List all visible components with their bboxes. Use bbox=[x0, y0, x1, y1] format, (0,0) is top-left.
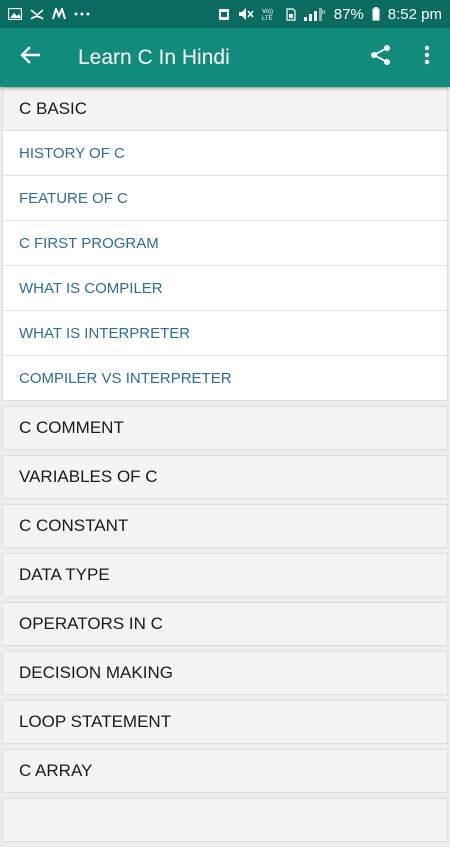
volte-icon: Vo)) LTE bbox=[262, 7, 278, 21]
list-item[interactable]: HISTORY OF C bbox=[3, 131, 447, 176]
list-item[interactable]: FEATURE OF C bbox=[3, 176, 447, 221]
back-button[interactable] bbox=[0, 28, 60, 87]
list-group: C COMMENT bbox=[2, 406, 448, 450]
topic-list: C BASIC HISTORY OF C FEATURE OF C C FIRS… bbox=[0, 87, 450, 847]
list-group: C CONSTANT bbox=[2, 504, 448, 548]
svg-text:Vo)): Vo)) bbox=[262, 9, 273, 15]
list-item[interactable]: COMPILER VS INTERPRETER bbox=[3, 356, 447, 400]
m-icon bbox=[52, 8, 66, 20]
page-title: Learn C In Hindi bbox=[78, 45, 230, 69]
list-item[interactable]: WHAT IS COMPILER bbox=[3, 266, 447, 311]
more-dots-icon bbox=[74, 11, 90, 17]
list-group: OPERATORS IN C bbox=[2, 602, 448, 646]
app-bar: Learn C In Hindi bbox=[0, 28, 450, 87]
status-bar-left bbox=[8, 8, 90, 20]
group-header[interactable]: LOOP STATEMENT bbox=[3, 701, 447, 743]
list-group-c-basic: C BASIC HISTORY OF C FEATURE OF C C FIRS… bbox=[2, 87, 448, 401]
overflow-menu-button[interactable] bbox=[404, 28, 450, 87]
list-item[interactable]: WHAT IS INTERPRETER bbox=[3, 311, 447, 356]
share-icon bbox=[370, 44, 392, 71]
list-group bbox=[2, 798, 448, 842]
gallery-icon bbox=[8, 8, 22, 20]
group-header[interactable]: C COMMENT bbox=[3, 407, 447, 449]
list-group: VARIABLES OF C bbox=[2, 455, 448, 499]
sim-icon bbox=[286, 7, 296, 21]
svg-text:LTE: LTE bbox=[262, 16, 273, 21]
battery-icon bbox=[372, 7, 380, 21]
status-bar: Vo)) LTE R 87% 8:52 pm bbox=[0, 0, 450, 28]
list-group: DECISION MAKING bbox=[2, 651, 448, 695]
list-group: DATA TYPE bbox=[2, 553, 448, 597]
group-header[interactable]: C BASIC bbox=[3, 88, 447, 131]
list-group: LOOP STATEMENT bbox=[2, 700, 448, 744]
mute-icon bbox=[238, 7, 254, 21]
share-button[interactable] bbox=[358, 28, 404, 87]
signal-icon: R bbox=[303, 7, 326, 21]
status-time: 8:52 pm bbox=[387, 5, 442, 23]
back-arrow-icon bbox=[20, 46, 41, 69]
missed-call-icon bbox=[30, 8, 44, 20]
alarm-icon bbox=[218, 7, 230, 21]
group-header[interactable] bbox=[3, 799, 447, 841]
group-header[interactable]: VARIABLES OF C bbox=[3, 456, 447, 498]
group-header[interactable]: C CONSTANT bbox=[3, 505, 447, 547]
battery-percent: 87% bbox=[333, 5, 364, 23]
overflow-menu-icon bbox=[424, 45, 430, 70]
svg-text:R: R bbox=[322, 10, 326, 16]
group-header[interactable]: DATA TYPE bbox=[3, 554, 447, 596]
group-header[interactable]: DECISION MAKING bbox=[3, 652, 447, 694]
status-bar-right: Vo)) LTE R 87% 8:52 pm bbox=[218, 6, 442, 23]
list-item[interactable]: C FIRST PROGRAM bbox=[3, 221, 447, 266]
list-group: C ARRAY bbox=[2, 749, 448, 793]
group-header[interactable]: C ARRAY bbox=[3, 750, 447, 792]
group-header[interactable]: OPERATORS IN C bbox=[3, 603, 447, 645]
